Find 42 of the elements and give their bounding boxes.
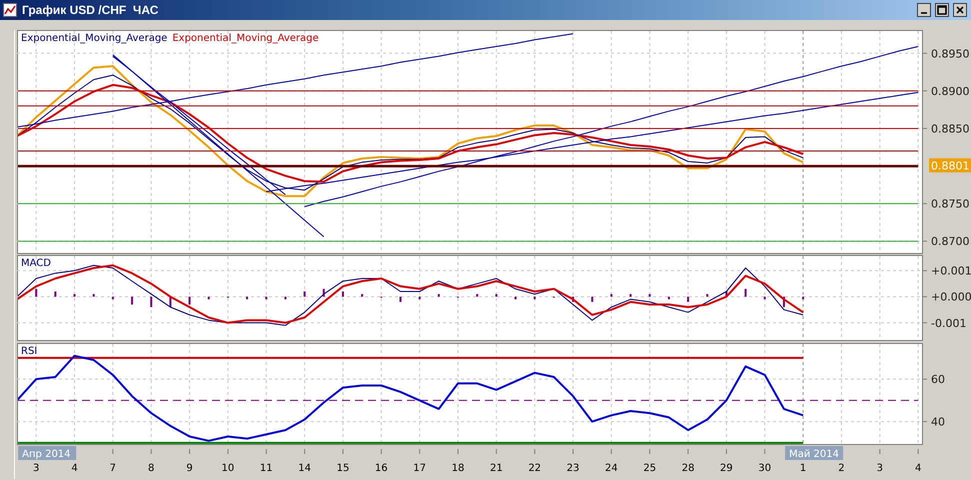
axis-label: 4: [71, 463, 78, 474]
legend-label: Exponential_Moving_Average: [21, 33, 168, 44]
axis-label: 0.8700: [931, 235, 970, 248]
axis-label: 23: [566, 463, 580, 474]
axis-label: 8: [148, 463, 154, 474]
axis-label: 7: [110, 463, 116, 474]
axis-label: 4: [914, 463, 922, 474]
axis-label: 30: [758, 463, 772, 474]
axis-label: 14: [298, 463, 311, 474]
axis-label: 9: [186, 463, 193, 474]
axis-label: 17: [413, 463, 426, 474]
axis-label: 0.8850: [931, 122, 970, 136]
axis-label: 18: [452, 463, 464, 474]
axis-label: 25: [643, 463, 656, 474]
month-label: Апр 2014: [18, 446, 76, 460]
month-label: Май 2014: [785, 446, 844, 460]
axis-label: 28: [682, 463, 694, 474]
axis-label: 2: [838, 463, 845, 474]
price-tag: 0.8801: [929, 158, 971, 172]
axis-label: 3: [876, 463, 883, 474]
axis-label: +0.000: [931, 290, 971, 304]
legend-label: Exponential_Moving_Average: [172, 33, 319, 44]
axis-label: 22: [528, 463, 542, 474]
axis-label: 15: [336, 463, 350, 474]
axis-label: 0.8750: [931, 198, 970, 211]
axis-label: 11: [260, 463, 273, 474]
axis-label: -0.001: [931, 316, 966, 330]
panel-title: MACD: [21, 258, 51, 269]
axis-label: 0.8950: [931, 47, 970, 60]
axis-label: 24: [605, 463, 618, 474]
axis-label: 16: [374, 463, 388, 474]
axis-label: 29: [720, 463, 733, 474]
axis-label: 40: [931, 416, 945, 429]
axis-label: 1: [800, 463, 806, 474]
panel-title: RSI: [21, 346, 38, 357]
axis-label: 0.8900: [931, 84, 970, 98]
axis-label: +0.001: [931, 264, 971, 278]
axis-label: 21: [490, 463, 503, 474]
axis-label: 60: [931, 373, 945, 386]
axis-label: 3: [32, 463, 40, 474]
axis-label: 10: [222, 463, 234, 474]
window-title: График USD /CHF ЧАС: [22, 3, 158, 17]
